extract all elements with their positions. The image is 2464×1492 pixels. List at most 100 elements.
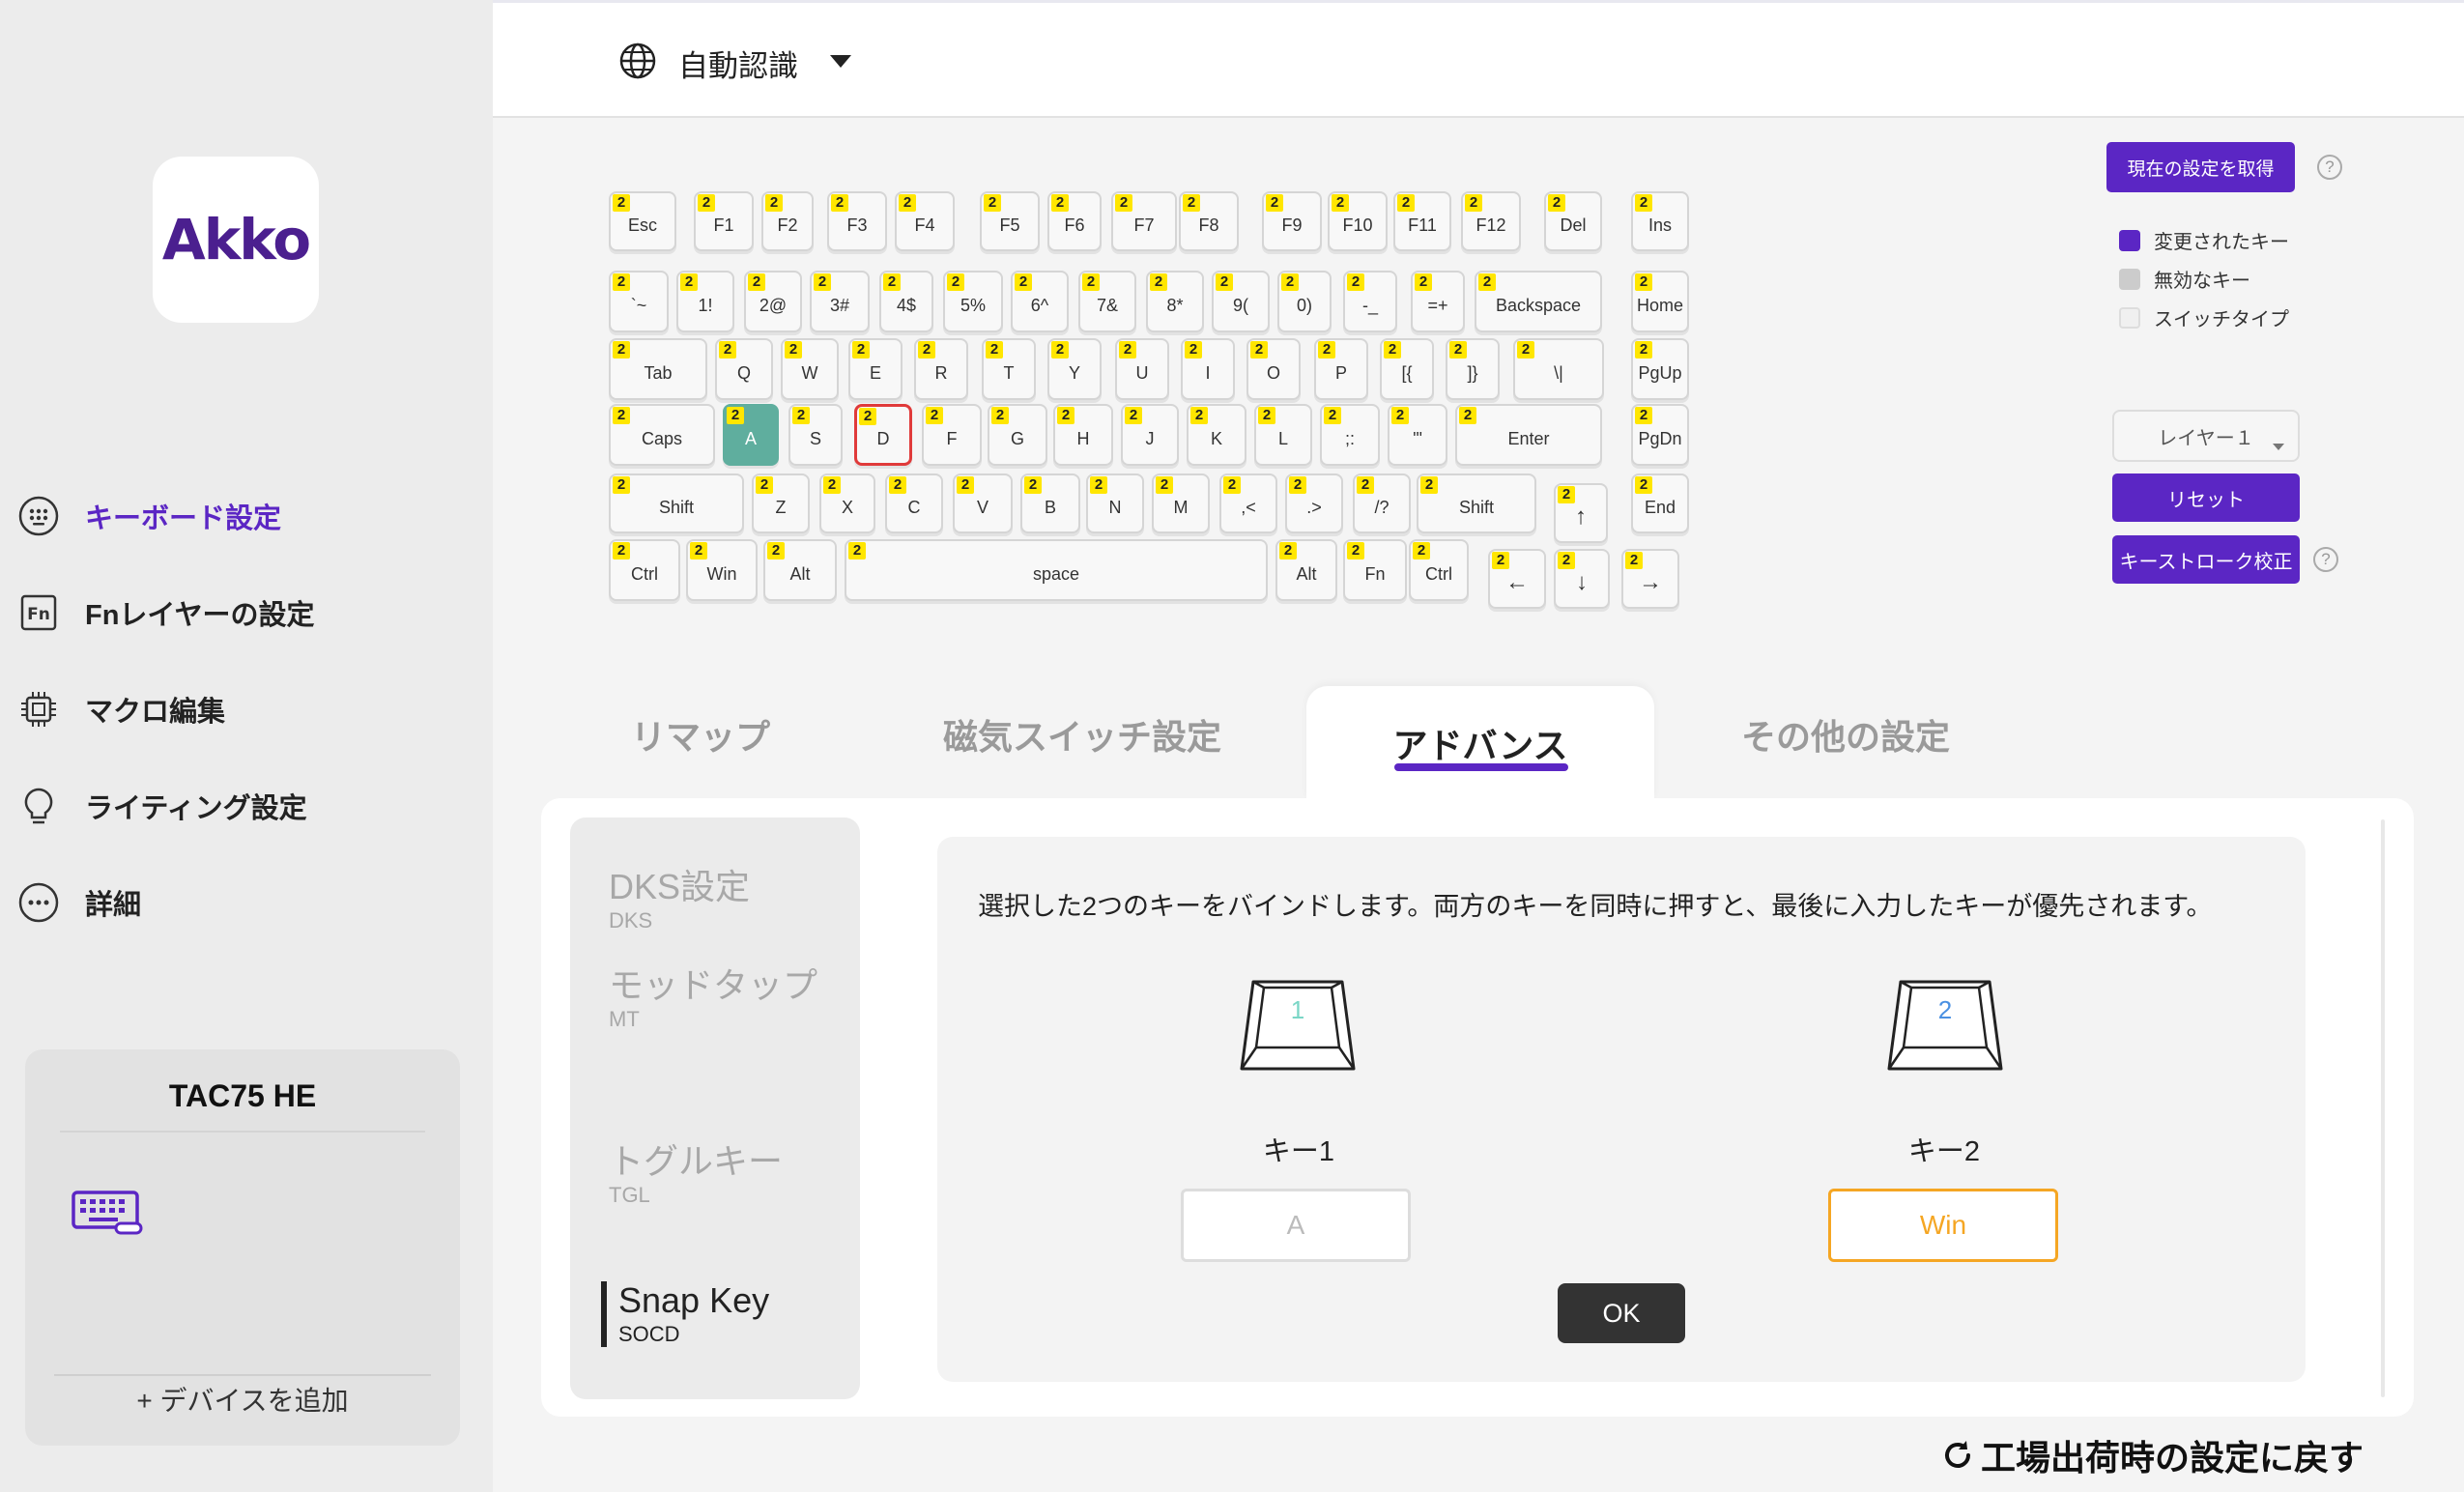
key-f12[interactable]: 2 F12 bbox=[1461, 191, 1521, 251]
key-g[interactable]: 2G bbox=[988, 404, 1047, 466]
key-f6[interactable]: 2 F6 bbox=[1047, 191, 1102, 251]
key-3[interactable]: 2 3# bbox=[810, 271, 870, 332]
key-up[interactable]: 2 ↑ bbox=[1554, 483, 1608, 543]
key-v[interactable]: 2V bbox=[953, 473, 1013, 533]
key-lshift[interactable]: 2 Shift bbox=[609, 473, 744, 533]
key2-field[interactable]: Win bbox=[1828, 1189, 2058, 1262]
key-pgup[interactable]: 2 PgUp bbox=[1631, 338, 1689, 400]
key-backtick[interactable]: 2 `~ bbox=[609, 271, 669, 332]
key-enter[interactable]: 2 Enter bbox=[1455, 404, 1602, 466]
tab-remap[interactable]: リマップ bbox=[580, 686, 821, 783]
key-comma[interactable]: 2 ,< bbox=[1219, 473, 1277, 533]
key-s[interactable]: 2S bbox=[788, 404, 843, 466]
key-h[interactable]: 2H bbox=[1053, 404, 1113, 466]
factory-reset-button[interactable]: 工場出荷時の設定に戻す bbox=[1940, 1430, 2364, 1480]
key-u[interactable]: 2U bbox=[1115, 338, 1169, 400]
key-rbracket[interactable]: 2]} bbox=[1446, 338, 1500, 400]
key-left[interactable]: 2 ← bbox=[1488, 549, 1546, 609]
key-y[interactable]: 2Y bbox=[1047, 338, 1102, 400]
key-tab[interactable]: 2 Tab bbox=[609, 338, 707, 400]
key-right[interactable]: 2 → bbox=[1621, 549, 1679, 609]
nav-keyboard-settings[interactable]: キーボード設定 bbox=[17, 487, 281, 545]
key-d[interactable]: 2D bbox=[854, 404, 912, 466]
key-f[interactable]: 2F bbox=[922, 404, 982, 466]
fetch-settings-button[interactable]: 現在の設定を取得 bbox=[2106, 142, 2295, 192]
key-home[interactable]: 2 Home bbox=[1631, 271, 1689, 332]
language-select[interactable]: 自動認識 bbox=[618, 42, 852, 85]
key-ralt[interactable]: 2 Alt bbox=[1275, 539, 1337, 601]
nav-fn-layer[interactable]: Fn Fnレイヤーの設定 bbox=[17, 584, 315, 642]
key-q[interactable]: 2Q bbox=[715, 338, 773, 400]
key-f3[interactable]: 2 F3 bbox=[827, 191, 887, 251]
key-end[interactable]: 2 End bbox=[1631, 473, 1689, 533]
key-ins[interactable]: 2 Ins bbox=[1631, 191, 1689, 251]
tab-magnetic-switch[interactable]: 磁気スイッチ設定 bbox=[908, 686, 1256, 783]
key-f10[interactable]: 2 F10 bbox=[1328, 191, 1388, 251]
nav-macro[interactable]: マクロ編集 bbox=[17, 680, 225, 738]
key-semicolon[interactable]: 2;: bbox=[1320, 404, 1380, 466]
key-k[interactable]: 2K bbox=[1187, 404, 1246, 466]
key-o[interactable]: 2O bbox=[1246, 338, 1301, 400]
key-esc[interactable]: 2 Esc bbox=[609, 191, 676, 251]
keystroke-calibration-button[interactable]: キーストローク校正 bbox=[2112, 535, 2300, 584]
key-f7[interactable]: 2 F7 bbox=[1111, 191, 1177, 251]
key-lalt[interactable]: 2 Alt bbox=[763, 539, 837, 601]
key-e[interactable]: 2E bbox=[848, 338, 903, 400]
key-equal[interactable]: 2 =+ bbox=[1411, 271, 1465, 332]
key-del[interactable]: 2 Del bbox=[1544, 191, 1602, 251]
subnav-snap-key[interactable]: Snap Key SOCD bbox=[601, 1281, 833, 1347]
key-fn[interactable]: 2 Fn bbox=[1343, 539, 1407, 601]
key-5[interactable]: 2 5% bbox=[943, 271, 1003, 332]
key-rshift[interactable]: 2 Shift bbox=[1417, 473, 1536, 533]
key-z[interactable]: 2Z bbox=[752, 473, 810, 533]
key-quote[interactable]: 2 '" bbox=[1388, 404, 1447, 466]
key-c[interactable]: 2C bbox=[885, 473, 943, 533]
add-device-button[interactable]: + デバイスを追加 bbox=[25, 1380, 460, 1419]
key-f9[interactable]: 2 F9 bbox=[1262, 191, 1322, 251]
key-f8[interactable]: 2 F8 bbox=[1179, 191, 1239, 251]
key-lbracket[interactable]: 2[{ bbox=[1380, 338, 1434, 400]
key-l[interactable]: 2L bbox=[1254, 404, 1312, 466]
key-period[interactable]: 2 .> bbox=[1285, 473, 1343, 533]
key-4[interactable]: 2 4$ bbox=[879, 271, 933, 332]
subnav-toggle-key[interactable]: トグルキー TGL bbox=[609, 1142, 841, 1208]
subnav-dks[interactable]: DKS設定 DKS bbox=[609, 868, 841, 933]
key-b[interactable]: 2B bbox=[1020, 473, 1080, 533]
key-f5[interactable]: 2 F5 bbox=[980, 191, 1040, 251]
key-x[interactable]: 2X bbox=[819, 473, 875, 533]
key-n[interactable]: 2N bbox=[1086, 473, 1144, 533]
subnav-mod-tap[interactable]: モッドタップ MT bbox=[609, 966, 841, 1032]
key-rctrl[interactable]: 2 Ctrl bbox=[1409, 539, 1469, 601]
scrollbar[interactable] bbox=[2381, 819, 2385, 1397]
key-2[interactable]: 2 2@ bbox=[744, 271, 802, 332]
device-card[interactable]: TAC75 HE + デバイスを追加 bbox=[25, 1049, 460, 1446]
key-f4[interactable]: 2 F4 bbox=[895, 191, 955, 251]
tab-other-settings[interactable]: その他の設定 bbox=[1701, 686, 1991, 783]
key-r[interactable]: 2R bbox=[914, 338, 968, 400]
key1-field[interactable]: A bbox=[1181, 1189, 1411, 1262]
key-down[interactable]: 2 ↓ bbox=[1554, 549, 1610, 609]
key-6[interactable]: 2 6^ bbox=[1011, 271, 1069, 332]
key-f11[interactable]: 2 F11 bbox=[1393, 191, 1451, 251]
key-caps[interactable]: 2 Caps bbox=[609, 404, 715, 466]
nav-details[interactable]: 詳細 bbox=[17, 874, 141, 932]
key-space[interactable]: 2 space bbox=[845, 539, 1268, 601]
key-pgdn[interactable]: 2 PgDn bbox=[1631, 404, 1689, 466]
help-icon[interactable]: ? bbox=[2317, 155, 2342, 180]
key-w[interactable]: 2W bbox=[781, 338, 839, 400]
key-backslash[interactable]: 2 \| bbox=[1513, 338, 1604, 400]
key-a[interactable]: 2A bbox=[723, 404, 779, 466]
key-1[interactable]: 2 1! bbox=[676, 271, 734, 332]
key-j[interactable]: 2J bbox=[1121, 404, 1179, 466]
ok-button[interactable]: OK bbox=[1558, 1283, 1685, 1343]
key-f1[interactable]: 2 F1 bbox=[694, 191, 754, 251]
key-p[interactable]: 2P bbox=[1314, 338, 1368, 400]
key-minus[interactable]: 2 -_ bbox=[1343, 271, 1397, 332]
help-icon[interactable]: ? bbox=[2313, 547, 2338, 572]
key-slash[interactable]: 2/? bbox=[1353, 473, 1411, 533]
key-lctrl[interactable]: 2 Ctrl bbox=[609, 539, 680, 601]
key-f2[interactable]: 2 F2 bbox=[761, 191, 814, 251]
reset-button[interactable]: リセット bbox=[2112, 473, 2300, 522]
key-backspace[interactable]: 2 Backspace bbox=[1475, 271, 1602, 332]
key-t[interactable]: 2T bbox=[982, 338, 1036, 400]
